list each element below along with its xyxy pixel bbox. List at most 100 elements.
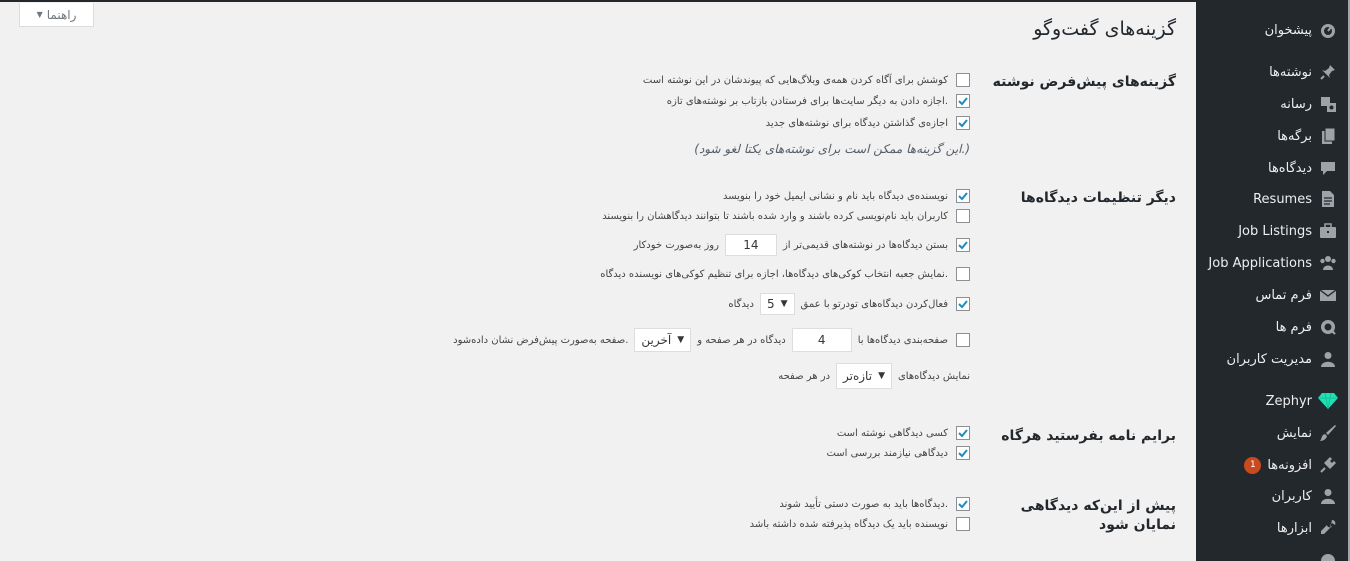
dashboard-icon bbox=[1318, 20, 1338, 40]
wrench-icon bbox=[1318, 518, 1338, 538]
sidebar-item-contact-form[interactable]: فرم تماس bbox=[1196, 280, 1350, 310]
sidebar-item-tools[interactable]: ابزارها bbox=[1196, 513, 1350, 543]
sidebar-item-user-management[interactable]: مدیریت کاربران bbox=[1196, 344, 1350, 374]
option-label: کسی دیدگاهی نوشته است bbox=[836, 427, 948, 439]
user-icon bbox=[1318, 349, 1338, 369]
option-manual-moderation[interactable]: دیدگاه‌ها باید به صورت دستی تأیید شوند. bbox=[779, 497, 970, 511]
section-heading-default-post: گزینه‌های پیش‌فرض نوشته bbox=[992, 74, 1176, 90]
checkbox-close-comments[interactable] bbox=[956, 238, 970, 252]
chevron-down-icon: ▼ bbox=[677, 335, 685, 345]
option-cookies-optin[interactable]: نمایش جعبه انتخاب کوکی‌های دیدگاه‌ها، اج… bbox=[600, 267, 970, 281]
override-note: (این گزینه‌ها ممکن است برای نوشته‌های یک… bbox=[694, 142, 970, 156]
sidebar-item-job-listings[interactable]: Job Listings bbox=[1196, 216, 1350, 246]
sidebar-item-resumes[interactable]: Resumes bbox=[1196, 184, 1350, 214]
option-close-comments[interactable]: بستن دیدگاه‌ها در نوشته‌های قدیمی‌تر از … bbox=[634, 234, 970, 256]
option-label: کاربران باید نام‌نویسی کرده باشند و وارد… bbox=[602, 210, 948, 222]
sidebar-item-dashboard[interactable]: پیشخوان bbox=[1196, 15, 1350, 45]
briefcase-icon bbox=[1318, 221, 1338, 241]
sidebar-item-label: کاربران bbox=[1271, 488, 1312, 504]
sidebar-item-label: فرم تماس bbox=[1255, 287, 1312, 303]
groups-icon bbox=[1318, 253, 1338, 273]
close-comments-days-input[interactable]: 14 bbox=[724, 234, 777, 256]
checkbox-pings[interactable] bbox=[956, 94, 970, 108]
option-previously-approved[interactable]: نویسنده باید یک دیدگاه پذیرفته شده داشته… bbox=[750, 517, 970, 531]
section-heading-other-comments: دیگر تنظیمات دیدگاه‌ها bbox=[1020, 190, 1176, 206]
pin-icon bbox=[1318, 62, 1338, 82]
sidebar-item-users[interactable]: کاربران bbox=[1196, 481, 1350, 511]
checkbox-threaded-comments[interactable] bbox=[956, 297, 970, 311]
checkbox-cookies-optin[interactable] bbox=[956, 267, 970, 281]
option-allow-comments[interactable]: اجازه‌ی گذاشتن دیدگاه برای نوشته‌های جدی… bbox=[766, 116, 970, 130]
close-comments-before: بستن دیدگاه‌ها در نوشته‌های قدیمی‌تر از bbox=[782, 239, 948, 251]
checkbox-comments-notify[interactable] bbox=[956, 426, 970, 440]
option-registration-required[interactable]: کاربران باید نام‌نویسی کرده باشند و وارد… bbox=[602, 209, 970, 223]
option-label: کوشش برای آگاه کردن همه‌ی وبلاگ‌هایی که … bbox=[642, 74, 948, 86]
threaded-after: دیدگاه bbox=[728, 298, 754, 310]
thread-depth-select[interactable]: 5 ▼ bbox=[759, 293, 795, 315]
sidebar-item-job-applications[interactable]: Job Applications bbox=[1196, 248, 1350, 278]
paged-before: صفحه‌بندی دیدگاه‌ها با bbox=[857, 334, 948, 346]
sidebar-item-label: افزونه‌ها bbox=[1267, 457, 1312, 473]
option-label: دیدگاهی نیازمند بررسی است bbox=[826, 447, 948, 459]
sidebar-item-posts[interactable]: نوشته‌ها bbox=[1196, 57, 1350, 87]
sidebar-item-zephyr[interactable]: Zephyr bbox=[1196, 386, 1350, 416]
media-icon bbox=[1318, 94, 1338, 114]
option-pingback[interactable]: کوشش برای آگاه کردن همه‌ی وبلاگ‌هایی که … bbox=[643, 73, 970, 87]
option-label: نمایش جعبه انتخاب کوکی‌های دیدگاه‌ها، اج… bbox=[600, 268, 948, 280]
plugin-icon bbox=[1318, 455, 1338, 475]
default-page-select[interactable]: آخرین ▼ bbox=[634, 328, 692, 352]
sidebar-item-label: Zephyr bbox=[1265, 393, 1312, 409]
thread-depth-value: 5 bbox=[766, 297, 775, 311]
user-icon bbox=[1318, 486, 1338, 506]
sidebar-item-label: Resumes bbox=[1253, 191, 1312, 207]
close-comments-after: روز به‌صورت خودکار bbox=[633, 239, 719, 251]
comments-per-page-input[interactable]: 4 bbox=[791, 328, 852, 352]
default-page-value: آخرین bbox=[641, 333, 672, 347]
sidebar-item-label: رسانه bbox=[1280, 96, 1312, 112]
chevron-down-icon: ▼ bbox=[878, 371, 885, 381]
comments-icon bbox=[1318, 158, 1338, 178]
option-moderation-notify[interactable]: دیدگاهی نیازمند بررسی است bbox=[826, 446, 970, 460]
sidebar-item-pages[interactable]: برگه‌ها bbox=[1196, 121, 1350, 151]
checkbox-moderation-notify[interactable] bbox=[956, 446, 970, 460]
checkbox-page-comments[interactable] bbox=[956, 333, 970, 347]
comment-order-select[interactable]: تازه‌تر ▼ bbox=[836, 363, 892, 389]
sidebar-item-comments[interactable]: دیدگاه‌ها bbox=[1196, 153, 1350, 183]
sidebar-item-label: مدیریت کاربران bbox=[1226, 351, 1312, 367]
option-threaded-comments[interactable]: فعال‌کردن دیدگاه‌های تودرتو با عمق 5 ▼ د… bbox=[728, 293, 970, 315]
sidebar-item-plugins[interactable]: افزونه‌ها 1 bbox=[1196, 450, 1350, 480]
comment-order-value: تازه‌تر bbox=[843, 369, 873, 383]
option-comment-order: نمایش دیدگاه‌های تازه‌تر ▼ در هر صفحه bbox=[778, 363, 970, 389]
sidebar-item-label: فرم ها bbox=[1275, 319, 1312, 335]
checkbox-previously-approved[interactable] bbox=[956, 517, 970, 531]
checkbox-manual-moderation[interactable] bbox=[956, 497, 970, 511]
section-heading-before-appears: پیش از این‌که دیدگاهی نمایان شود bbox=[1020, 498, 1176, 533]
chevron-down-icon: ▼ bbox=[780, 299, 788, 309]
sidebar-item-forms[interactable]: فرم ها bbox=[1196, 312, 1350, 342]
update-count-badge: 1 bbox=[1244, 456, 1262, 474]
order-after: در هر صفحه bbox=[778, 370, 831, 382]
sidebar-item-appearance[interactable]: نمایش bbox=[1196, 418, 1350, 448]
option-comments-notify[interactable]: کسی دیدگاهی نوشته است bbox=[837, 426, 970, 440]
sidebar-item-more[interactable] bbox=[1196, 546, 1350, 561]
option-label: نویسنده‌ی دیدگاه باید نام و نشانی ایمیل … bbox=[723, 190, 948, 202]
sidebar-item-media[interactable]: رسانه bbox=[1196, 89, 1350, 119]
diamond-icon bbox=[1318, 391, 1338, 411]
brush-icon bbox=[1318, 423, 1338, 443]
sidebar-item-label: نمایش bbox=[1276, 425, 1312, 441]
checkbox-registration-required[interactable] bbox=[956, 209, 970, 223]
option-require-name-email[interactable]: نویسنده‌ی دیدگاه باید نام و نشانی ایمیل … bbox=[723, 189, 970, 203]
sidebar-item-label: Job Applications bbox=[1208, 255, 1312, 271]
checkbox-pingback[interactable] bbox=[956, 73, 970, 87]
sidebar-item-label: پیشخوان bbox=[1264, 22, 1312, 38]
sidebar-item-label: دیدگاه‌ها bbox=[1267, 160, 1312, 176]
option-pings[interactable]: اجازه دادن به دیگر سایت‌ها برای فرستادن … bbox=[667, 94, 970, 108]
help-tab-label: راهنما bbox=[46, 7, 77, 22]
option-label: اجازه‌ی گذاشتن دیدگاه برای نوشته‌های جدی… bbox=[765, 117, 948, 129]
checkbox-require-name-email[interactable] bbox=[956, 189, 970, 203]
help-tab-button[interactable]: ▼ راهنما bbox=[19, 3, 94, 27]
caret-down-icon: ▼ bbox=[36, 10, 43, 19]
option-page-comments[interactable]: صفحه‌بندی دیدگاه‌ها با 4 دیدگاه در هر صف… bbox=[453, 328, 970, 352]
checkbox-allow-comments[interactable] bbox=[956, 116, 970, 130]
sidebar-item-label: ابزارها bbox=[1276, 520, 1312, 536]
